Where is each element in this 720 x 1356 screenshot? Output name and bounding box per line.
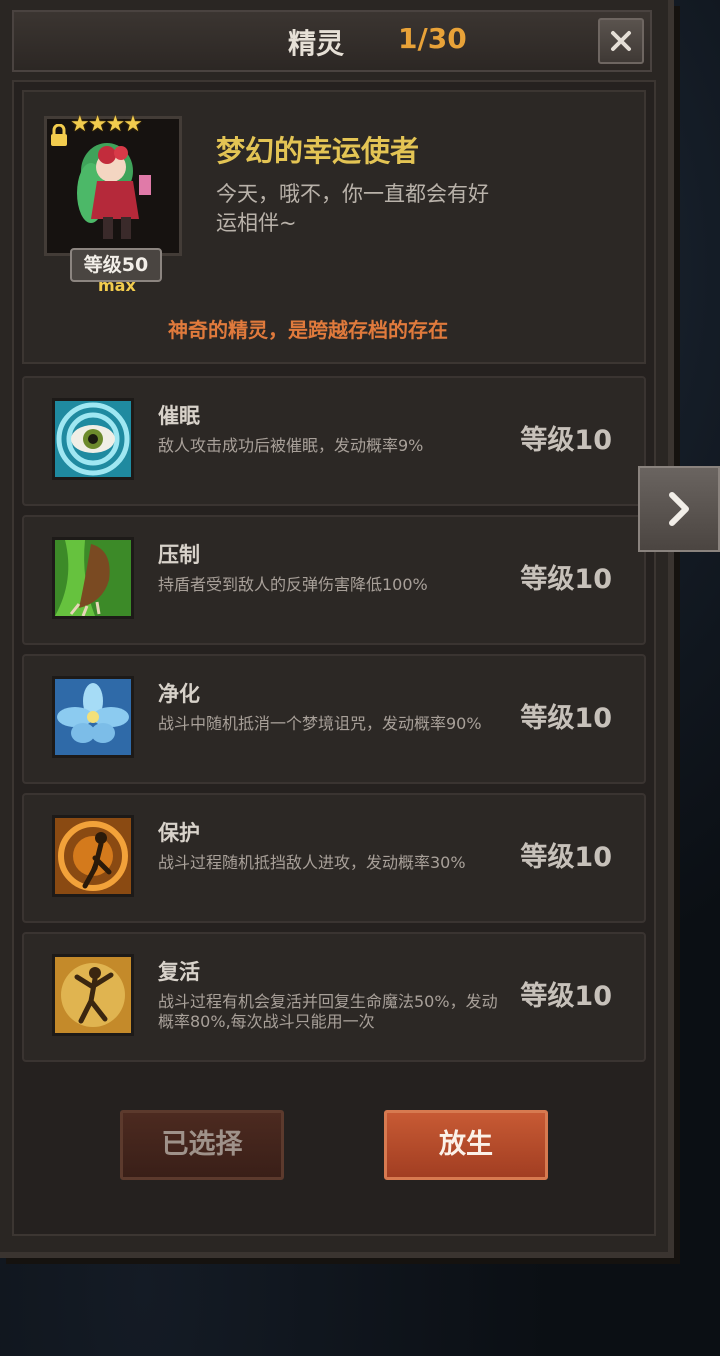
skill-name: 净化 [158, 682, 200, 706]
chevron-right-icon [669, 492, 689, 526]
skill-description: 持盾者受到敌人的反弹伤害降低100% [158, 575, 428, 594]
pet-panel: 精灵 1/30 ★★★★ 等级50 max 梦幻的幸运使者 今天，哦不，你一直都… [0, 0, 674, 1258]
fairy-shield-icon [52, 815, 134, 897]
pet-description: 今天，哦不，你一直都会有好运相伴~ [216, 182, 489, 235]
flower-icon [52, 676, 134, 758]
pet-level-max: max [98, 276, 136, 295]
pet-note: 神奇的精灵，是跨越存档的存在 [168, 318, 448, 342]
skill-row: 净化 战斗中随机抵消一个梦境诅咒，发动概率90% 等级10 [22, 654, 646, 784]
skill-name: 保护 [158, 821, 200, 845]
skill-level: 等级10 [520, 564, 612, 595]
skill-row: 保护 战斗过程随机抵挡敌人进攻，发动概率30% 等级10 [22, 793, 646, 923]
release-button[interactable]: 放生 [384, 1110, 548, 1180]
skill-row: 催眠 敌人攻击成功后被催眠，发动概率9% 等级10 [22, 376, 646, 506]
pet-count: 1/30 [398, 22, 467, 55]
eye-icon [52, 398, 134, 480]
skill-description: 敌人攻击成功后被催眠，发动概率9% [158, 436, 424, 455]
dancing-figure-icon [52, 954, 134, 1036]
skill-level: 等级10 [520, 842, 612, 873]
skill-level: 等级10 [520, 425, 612, 456]
skill-level: 等级10 [520, 981, 612, 1012]
skill-description: 战斗过程随机抵挡敌人进攻，发动概率30% [158, 853, 466, 872]
skill-name: 催眠 [158, 404, 200, 428]
skill-description: 战斗中随机抵消一个梦境诅咒，发动概率90% [158, 714, 482, 733]
skill-level: 等级10 [520, 703, 612, 734]
close-button[interactable] [598, 18, 644, 64]
next-button[interactable] [638, 466, 720, 552]
page-title: 精灵 [288, 27, 345, 60]
skill-row: 复活 战斗过程有机会复活并回复生命魔法50%，发动概率80%,每次战斗只能用一次… [22, 932, 646, 1062]
pet-name: 梦幻的幸运使者 [216, 134, 420, 168]
skill-description: 战斗过程有机会复活并回复生命魔法50%，发动概率80%,每次战斗只能用一次 [158, 992, 498, 1031]
skill-name: 复活 [158, 960, 200, 984]
lock-icon [51, 124, 67, 146]
skill-row: 压制 持盾者受到敌人的反弹伤害降低100% 等级10 [22, 515, 646, 645]
close-icon [611, 31, 631, 51]
claw-icon [52, 537, 134, 619]
selected-button[interactable]: 已选择 [120, 1110, 284, 1180]
star-rating-icon: ★★★★ [70, 112, 143, 137]
skill-name: 压制 [158, 543, 200, 567]
